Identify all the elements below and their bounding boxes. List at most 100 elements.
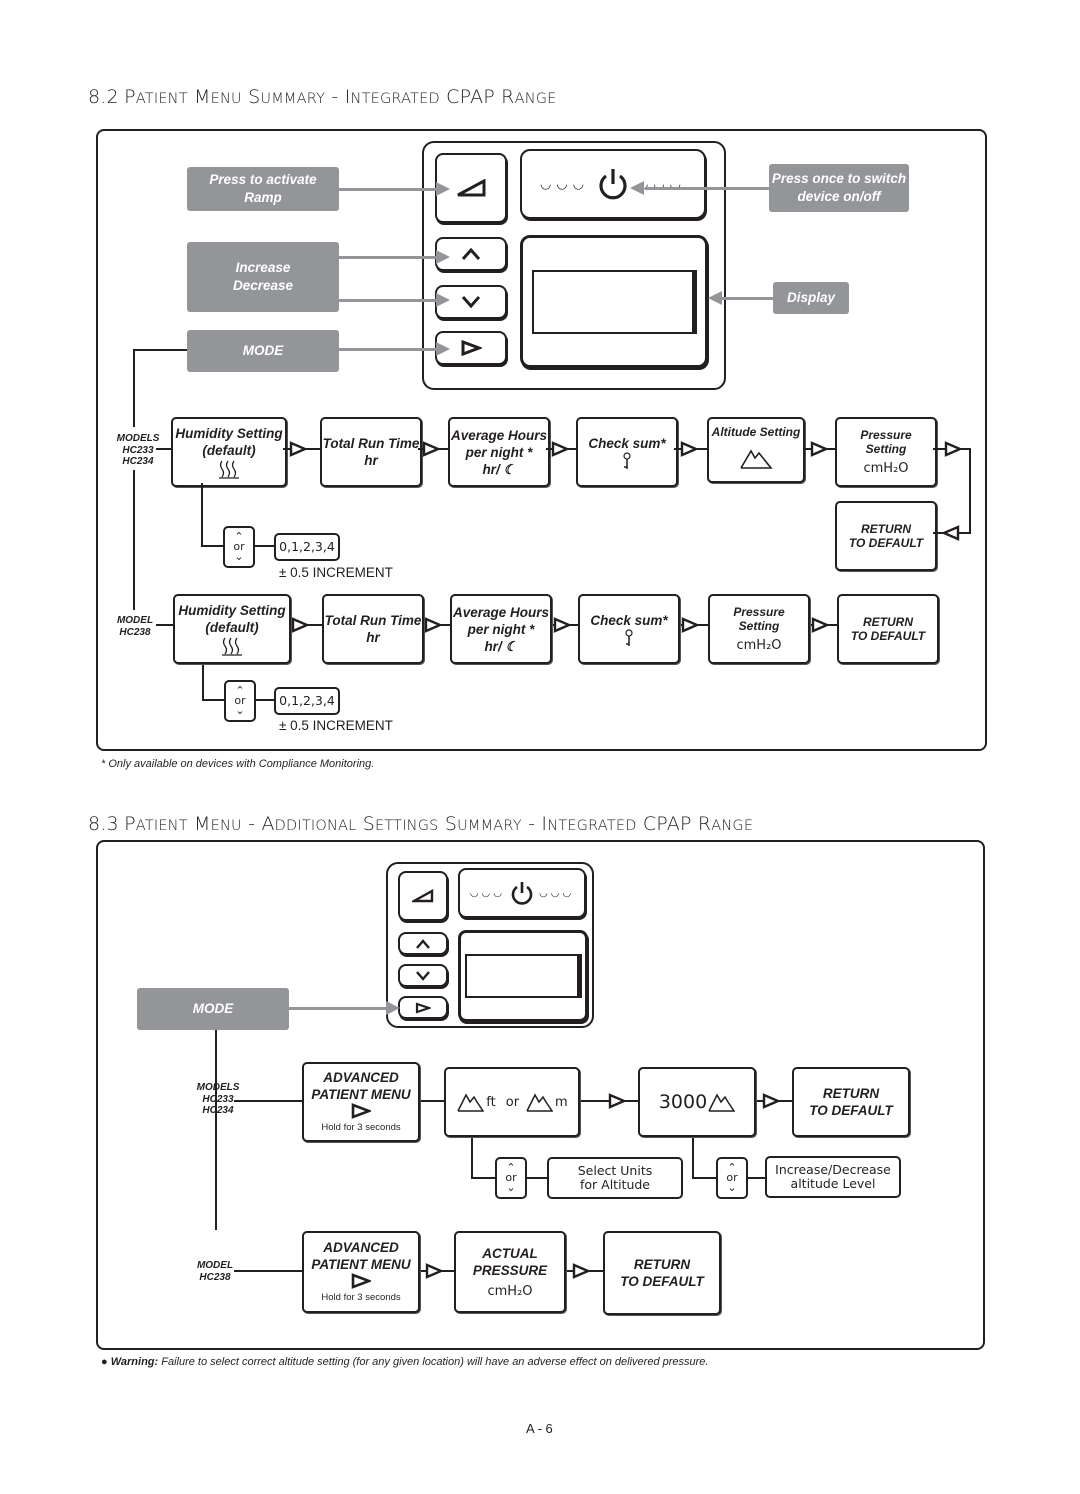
altitude-value: 3000 xyxy=(658,1090,708,1113)
mountain-icon xyxy=(457,1093,485,1112)
note-line: Select Units xyxy=(577,1163,653,1178)
increment-note: ± 0.5 INCREMENT xyxy=(279,565,393,580)
step-average-hours: Average Hours per night * hr/ ☾ xyxy=(450,594,552,664)
step-line: PRESSURE xyxy=(472,1262,548,1278)
chevron-down-icon: ⌄ xyxy=(234,550,244,563)
mode-triangle-icon xyxy=(351,1102,371,1119)
step-line: (default) xyxy=(205,620,259,635)
hold-hint: Hold for 3 seconds xyxy=(321,1291,401,1303)
step-line: ADVANCED xyxy=(323,1069,399,1085)
step-return-to-default: RETURN TO DEFAULT xyxy=(792,1067,910,1137)
step-altitude-units: ft or m xyxy=(444,1067,580,1137)
warning-note: ● Warning: Failure to select correct alt… xyxy=(101,1356,708,1368)
led-indicators-left: ◡◡◡ xyxy=(469,887,505,899)
step-return-to-default: RETURN TO DEFAULT xyxy=(837,594,939,664)
chevron-down-icon xyxy=(416,970,430,981)
note-line: altitude Level xyxy=(790,1176,876,1191)
note-line: for Altitude xyxy=(579,1177,650,1192)
step-line: ACTUAL xyxy=(482,1245,538,1261)
step-return-to-default: RETURN TO DEFAULT xyxy=(603,1231,721,1315)
pressure-unit: cmH₂O xyxy=(736,637,782,653)
up-or-down-buttons: ⌃ or ⌄ xyxy=(495,1157,527,1199)
mode-button[interactable] xyxy=(398,996,448,1019)
led-indicators-right: ◡◡◡ xyxy=(539,887,575,899)
ramp-button[interactable] xyxy=(398,871,448,921)
step-advanced-patient-menu: ADVANCED PATIENT MENU Hold for 3 seconds xyxy=(302,1062,420,1142)
up-or-down-buttons: ⌃ or ⌄ xyxy=(716,1157,748,1199)
callout-line: MODE xyxy=(192,1001,234,1016)
power-icon xyxy=(511,882,533,905)
mode-callout: MODE xyxy=(137,988,289,1030)
unit-meters: m xyxy=(555,1094,568,1110)
model-line: HC238 xyxy=(119,626,151,638)
pressure-unit: cmH₂O xyxy=(487,1283,533,1299)
chevron-down-icon: ⌄ xyxy=(727,1181,737,1194)
mountain-icon xyxy=(708,1093,736,1112)
bullet-icon: ● xyxy=(101,1356,108,1368)
mode-triangle-icon xyxy=(351,1272,371,1289)
display-lcd xyxy=(464,954,582,998)
step-line: Pressure xyxy=(733,604,785,619)
humidity-values: 0,1,2,3,4 xyxy=(274,687,340,715)
select-units-note: Select Units for Altitude xyxy=(547,1157,683,1199)
step-line: hr/ ☾ xyxy=(484,638,518,654)
section-83-heading: 8.3 PATIENT MENU - ADDITIONAL SETTINGS S… xyxy=(88,813,753,835)
step-check-sum: Check sum* xyxy=(578,594,680,664)
step-line: per night * xyxy=(467,621,535,637)
step-humidity-setting: Humidity Setting (default) xyxy=(173,594,291,664)
increase-button[interactable] xyxy=(398,932,448,955)
step-line: ADVANCED xyxy=(323,1239,399,1255)
step-line: hr xyxy=(366,630,380,645)
ramp-icon xyxy=(412,889,434,903)
model-label: MODEL HC238 xyxy=(112,615,158,638)
section-number: 8.3 xyxy=(88,813,119,835)
mode-pointer-line xyxy=(289,1007,389,1010)
step-line: Average Hours xyxy=(452,604,550,620)
humidity-values: 0,1,2,3,4 xyxy=(274,533,340,561)
step-line: RETURN xyxy=(633,1257,691,1272)
chevron-down-icon: ⌄ xyxy=(506,1181,516,1194)
unit-feet: ft xyxy=(486,1094,496,1110)
mountain-icon xyxy=(526,1093,554,1112)
decrease-button[interactable] xyxy=(398,964,448,987)
increment-note: ± 0.5 INCREMENT xyxy=(279,718,393,733)
hold-hint: Hold for 3 seconds xyxy=(321,1121,401,1133)
step-total-run-time: Total Run Time hr xyxy=(322,594,424,664)
section-title: PATIENT MENU - ADDITIONAL SETTINGS SUMMA… xyxy=(124,813,754,835)
model-line: HC238 xyxy=(199,1271,231,1283)
power-button-panel[interactable]: ◡◡◡ ◡◡◡ xyxy=(458,868,586,918)
up-or-down-buttons: ⌃ or ⌄ xyxy=(224,680,256,722)
page-number: A - 6 xyxy=(526,1421,553,1436)
play-triangle-icon xyxy=(415,1001,431,1014)
humidity-icon xyxy=(222,637,242,656)
step-line: RETURN xyxy=(822,1086,880,1101)
altitude-level-note: Increase/Decrease altitude Level xyxy=(765,1156,901,1198)
step-line: TO DEFAULT xyxy=(809,1103,893,1118)
step-line: Total Run Time xyxy=(324,613,422,628)
step-line: TO DEFAULT xyxy=(620,1274,704,1289)
note-line: Increase/Decrease xyxy=(775,1162,891,1177)
warning-label: Warning: xyxy=(110,1356,159,1368)
up-or-down-buttons: ⌃ or ⌄ xyxy=(223,526,255,568)
step-line: TO DEFAULT xyxy=(850,629,926,643)
step-line: Check sum* xyxy=(590,612,668,628)
model-line: MODEL xyxy=(116,615,154,626)
step-actual-pressure: ACTUAL PRESSURE cmH₂O xyxy=(454,1231,566,1313)
step-line: Setting xyxy=(738,618,780,633)
models-label: MODELS HC233 HC234 xyxy=(192,1082,244,1117)
arrow-icon xyxy=(386,1001,400,1015)
step-advanced-patient-menu: ADVANCED PATIENT MENU Hold for 3 seconds xyxy=(302,1231,420,1313)
compliance-footnote: * Only available on devices with Complia… xyxy=(101,758,375,770)
chevron-up-icon xyxy=(416,938,430,949)
display-screen xyxy=(458,930,588,1022)
warning-text: Failure to select correct altitude setti… xyxy=(161,1356,709,1368)
step-altitude-value: 3000 xyxy=(638,1067,756,1137)
model-line: HC233 xyxy=(202,1093,234,1105)
chevron-down-icon: ⌄ xyxy=(235,704,245,717)
model-line: MODEL xyxy=(196,1260,234,1271)
model-line: MODELS xyxy=(196,1082,240,1093)
model-line: HC234 xyxy=(202,1105,234,1116)
step-line: Humidity Setting xyxy=(178,603,286,618)
key-icon xyxy=(625,628,633,646)
or-label: or xyxy=(505,1094,520,1110)
